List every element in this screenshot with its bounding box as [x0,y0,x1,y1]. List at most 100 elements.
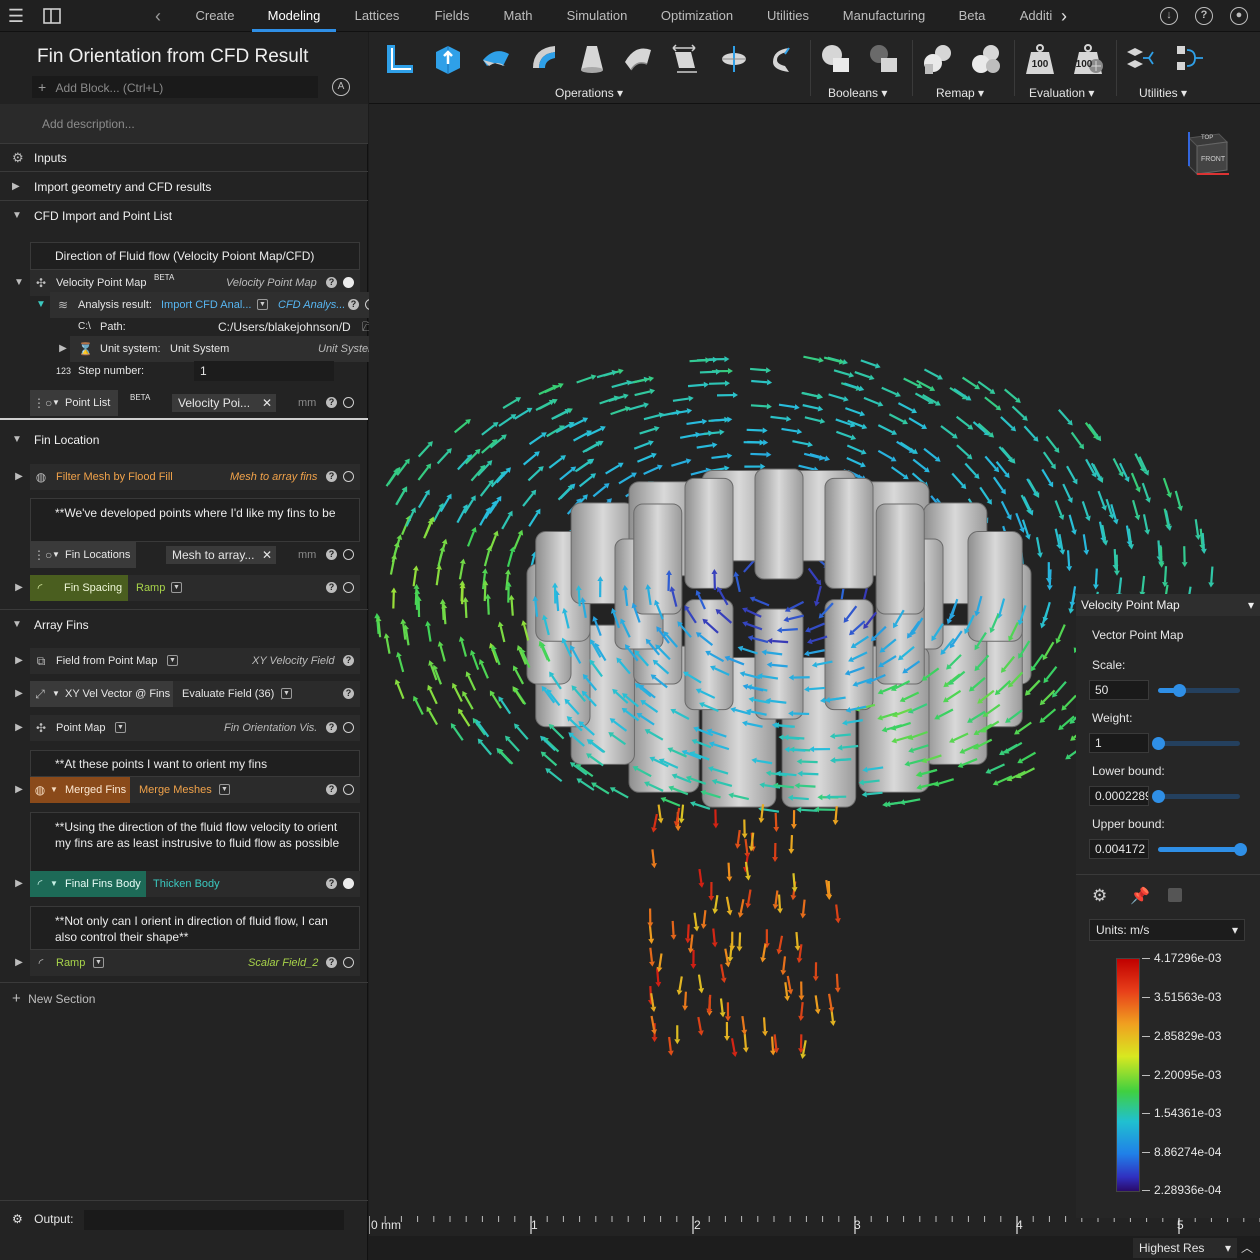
scroll-right-icon[interactable]: › [1054,6,1074,26]
note-fin-points[interactable]: **We've developed points where I'd like … [30,498,360,542]
help-icon[interactable]: ? [348,299,359,310]
chevron-down-icon[interactable]: ▼ [281,688,292,699]
chevron-down-icon[interactable]: ▼ [52,542,60,568]
collapse-arrow-icon[interactable]: ▼ [34,298,48,312]
help-icon[interactable]: ? [326,957,337,968]
block-field-from-point-map[interactable]: ⧉ Field from Point Map ▼ XY Velocity Fie… [30,648,360,674]
tab-beta[interactable]: Beta [950,0,994,32]
tab-manufacturing[interactable]: Manufacturing [836,0,932,32]
boolean-union-icon[interactable] [819,42,853,76]
view-cube[interactable]: FRONT TOP [1177,128,1233,184]
param-step-number[interactable]: 123 Step number: 1 [50,358,360,384]
caret-down-icon[interactable]: ▾ [1248,594,1254,616]
output-field[interactable] [84,1210,344,1230]
operations-menu[interactable]: Operations ▾ [555,86,623,100]
chevron-down-icon[interactable]: ▼ [219,784,230,795]
help-icon[interactable]: ? [326,397,337,408]
tab-lattices[interactable]: Lattices [346,0,408,32]
panel-header[interactable]: Velocity Point Map ▾ [1076,594,1260,616]
output-port-icon[interactable] [343,878,354,889]
revolve-icon[interactable] [527,42,561,76]
tab-simulation[interactable]: Simulation [556,0,638,32]
output-port-icon[interactable] [343,582,354,593]
block-merged-fins[interactable]: ◍ ▼ Merged Fins Merge Meshes ▼ [30,777,360,803]
output-port-icon[interactable] [343,784,354,795]
project-title[interactable]: Fin Orientation from CFD Result [37,46,308,68]
ai-assist-icon[interactable]: A [332,78,350,96]
scale-slider[interactable] [1158,684,1240,697]
expand-arrow-icon[interactable]: ▶ [12,721,26,735]
split-bodies-icon[interactable] [1125,42,1159,76]
evaluation-menu[interactable]: Evaluation ▾ [1029,86,1094,100]
pin-icon[interactable]: 📌 [1130,886,1150,906]
note-fluid-flow[interactable]: Direction of Fluid flow (Velocity Poiont… [30,242,360,270]
block-fin-locations[interactable]: ⋮○ ▼ Fin Locations Mesh to array... ✕ mm [30,542,360,568]
expand-arrow-icon[interactable]: ▶ [12,470,26,484]
remap-icon[interactable] [921,42,955,76]
chevron-down-icon[interactable]: ▼ [52,681,60,707]
close-icon[interactable]: ✕ [262,394,272,412]
remap-blend-icon[interactable] [969,42,1003,76]
note-fluid-direction[interactable]: **Using the direction of the fluid flow … [30,812,360,872]
help-icon[interactable]: ? [326,277,337,288]
weight-icon[interactable]: 100 [1023,42,1057,76]
block-point-map[interactable]: ✣ Point Map ▼ Fin Orientation Vis. [30,715,360,741]
note-control-shape[interactable]: **Not only can I orient in direction of … [30,906,360,950]
chevron-down-icon[interactable]: ▼ [171,582,182,593]
help-icon[interactable]: ? [326,722,337,733]
lower-bound-slider[interactable] [1152,790,1240,803]
split-icon[interactable] [667,42,701,76]
gear-icon[interactable]: ⚙ [1092,886,1107,906]
help-icon[interactable]: ? [343,688,354,699]
block-point-list[interactable]: ⋮○ ▼ Point List BETA Velocity Poi... ✕ m… [30,390,360,416]
offset-icon[interactable] [383,42,417,76]
path-input[interactable]: C:/Users/blakejohnson/D [218,317,356,337]
tab-utilities[interactable]: Utilities [756,0,820,32]
chevron-down-icon[interactable]: ▼ [93,957,104,968]
input-chip[interactable]: Mesh to array... ✕ [166,546,276,564]
section-cfd[interactable]: ▼ CFD Import and Point List [0,202,368,230]
output-port-icon[interactable] [343,471,354,482]
download-icon[interactable]: ↓ [1160,7,1178,25]
help-icon[interactable]: ? [326,784,337,795]
expand-arrow-icon[interactable]: ▶ [12,654,26,668]
note-orient-points[interactable]: **At these points I want to orient my fi… [30,750,360,777]
block-xy-vel-vector[interactable]: ⤢ ▼ XY Vel Vector @ Fins Evaluate Field … [30,681,360,707]
close-icon[interactable]: ✕ [262,546,272,564]
expand-arrow-icon[interactable]: ▶ [12,581,26,595]
remap-menu[interactable]: Remap ▾ [936,86,984,100]
block-fin-spacing[interactable]: ◜ Fin Spacing Ramp ▼ [30,575,360,601]
thicken-icon[interactable] [765,42,799,76]
weight-slider[interactable] [1152,737,1240,750]
help-icon[interactable]: ? [326,471,337,482]
hamburger-menu-icon[interactable]: ☰ [6,6,26,26]
help-icon[interactable]: ? [326,549,337,560]
account-icon[interactable]: ● [1230,7,1248,25]
chevron-down-icon[interactable]: ▼ [52,390,60,416]
section-import[interactable]: ▶ Import geometry and CFD results [0,173,368,201]
new-section-button[interactable]: + New Section [12,990,95,1007]
block-ramp[interactable]: ◜ Ramp ▼ Scalar Field_2 [30,950,360,976]
booleans-menu[interactable]: Booleans ▾ [828,86,887,100]
section-inputs[interactable]: ⚙ Inputs [0,144,368,172]
extrude-icon[interactable] [431,42,465,76]
loft-icon[interactable] [575,42,609,76]
upper-bound-slider[interactable] [1158,843,1247,856]
output-port-icon[interactable] [343,397,354,408]
utilities-menu[interactable]: Utilities ▾ [1139,86,1187,100]
expand-arrow-icon[interactable]: ▶ [12,783,26,797]
sweep-icon[interactable] [479,42,513,76]
chevron-down-icon[interactable]: ▼ [257,299,268,310]
help-icon[interactable]: ? [326,582,337,593]
tab-create[interactable]: Create [186,0,244,32]
help-icon[interactable]: ? [343,655,354,666]
chevron-down-icon[interactable]: ▼ [115,722,126,733]
tab-fields[interactable]: Fields [424,0,480,32]
weight-input[interactable]: 1 [1089,733,1149,753]
step-number-input[interactable]: 1 [194,361,334,381]
tab-optimization[interactable]: Optimization [652,0,742,32]
group-bodies-icon[interactable] [1173,42,1207,76]
shell-icon[interactable] [621,42,655,76]
expand-arrow-icon[interactable]: ▶ [12,687,26,701]
tab-additive[interactable]: Additi [1016,0,1056,32]
